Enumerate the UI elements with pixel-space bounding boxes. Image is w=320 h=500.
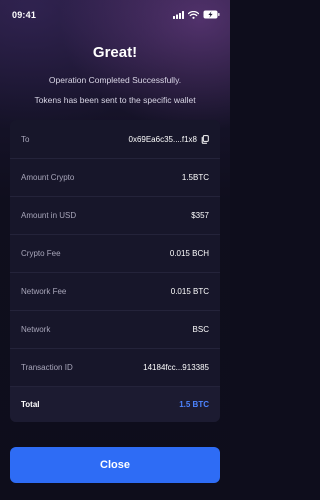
status-bar: 09:41 bbox=[0, 0, 230, 34]
detail-row-network-fee: Network Fee 0.015 BTC bbox=[10, 272, 220, 310]
recipient-address: 0x69Ea6c35....f1x8 bbox=[128, 134, 198, 144]
transaction-id-value: 14184fcc...913385 bbox=[143, 363, 209, 372]
detail-row-total: Total 1.5 BTC bbox=[10, 386, 220, 422]
crypto-fee-label: Crypto Fee bbox=[21, 249, 61, 258]
to-value: 0x69Ea6c35....f1x8 bbox=[129, 135, 210, 144]
total-label: Total bbox=[21, 400, 40, 409]
copy-icon[interactable] bbox=[201, 134, 209, 144]
detail-row-crypto-fee: Crypto Fee 0.015 BCH bbox=[10, 234, 220, 272]
network-fee-label: Network Fee bbox=[21, 287, 67, 296]
detail-row-to: To 0x69Ea6c35....f1x8 bbox=[10, 120, 220, 158]
total-value: 1.5 BTC bbox=[179, 400, 209, 409]
detail-row-transaction-id: Transaction ID 14184fcc...913385 bbox=[10, 348, 220, 386]
battery-charging-icon bbox=[203, 10, 220, 19]
network-value: BSC bbox=[192, 325, 209, 334]
transaction-details-card: To 0x69Ea6c35....f1x8 Amount Crypto 1.5B… bbox=[10, 120, 220, 422]
amount-usd-value: $357 bbox=[191, 211, 209, 220]
success-subtitle: Operation Completed Successfully. bbox=[48, 75, 182, 85]
detail-row-amount-crypto: Amount Crypto 1.5BTC bbox=[10, 158, 220, 196]
close-button[interactable]: Close bbox=[10, 447, 220, 483]
transaction-success-screen: 09:41 Great! Operation Completed Success… bbox=[0, 0, 230, 500]
crypto-fee-value: 0.015 BCH bbox=[169, 249, 209, 258]
amount-crypto-label: Amount Crypto bbox=[21, 173, 75, 182]
success-description: Tokens has been sent to the specific wal… bbox=[34, 95, 196, 105]
wifi-icon bbox=[188, 10, 199, 19]
amount-crypto-value: 1.5BTC bbox=[181, 173, 209, 182]
detail-row-network: Network BSC bbox=[10, 310, 220, 348]
transaction-id-label: Transaction ID bbox=[21, 363, 73, 372]
network-fee-value: 0.015 BTC bbox=[170, 287, 209, 296]
success-title: Great! bbox=[92, 44, 138, 61]
amount-usd-label: Amount in USD bbox=[21, 211, 77, 220]
detail-row-amount-usd: Amount in USD $357 bbox=[10, 196, 220, 234]
network-label: Network bbox=[21, 325, 51, 334]
status-icons bbox=[173, 10, 220, 19]
status-time: 09:41 bbox=[12, 10, 37, 20]
to-label: To bbox=[21, 134, 30, 144]
signal-icon bbox=[173, 10, 184, 19]
